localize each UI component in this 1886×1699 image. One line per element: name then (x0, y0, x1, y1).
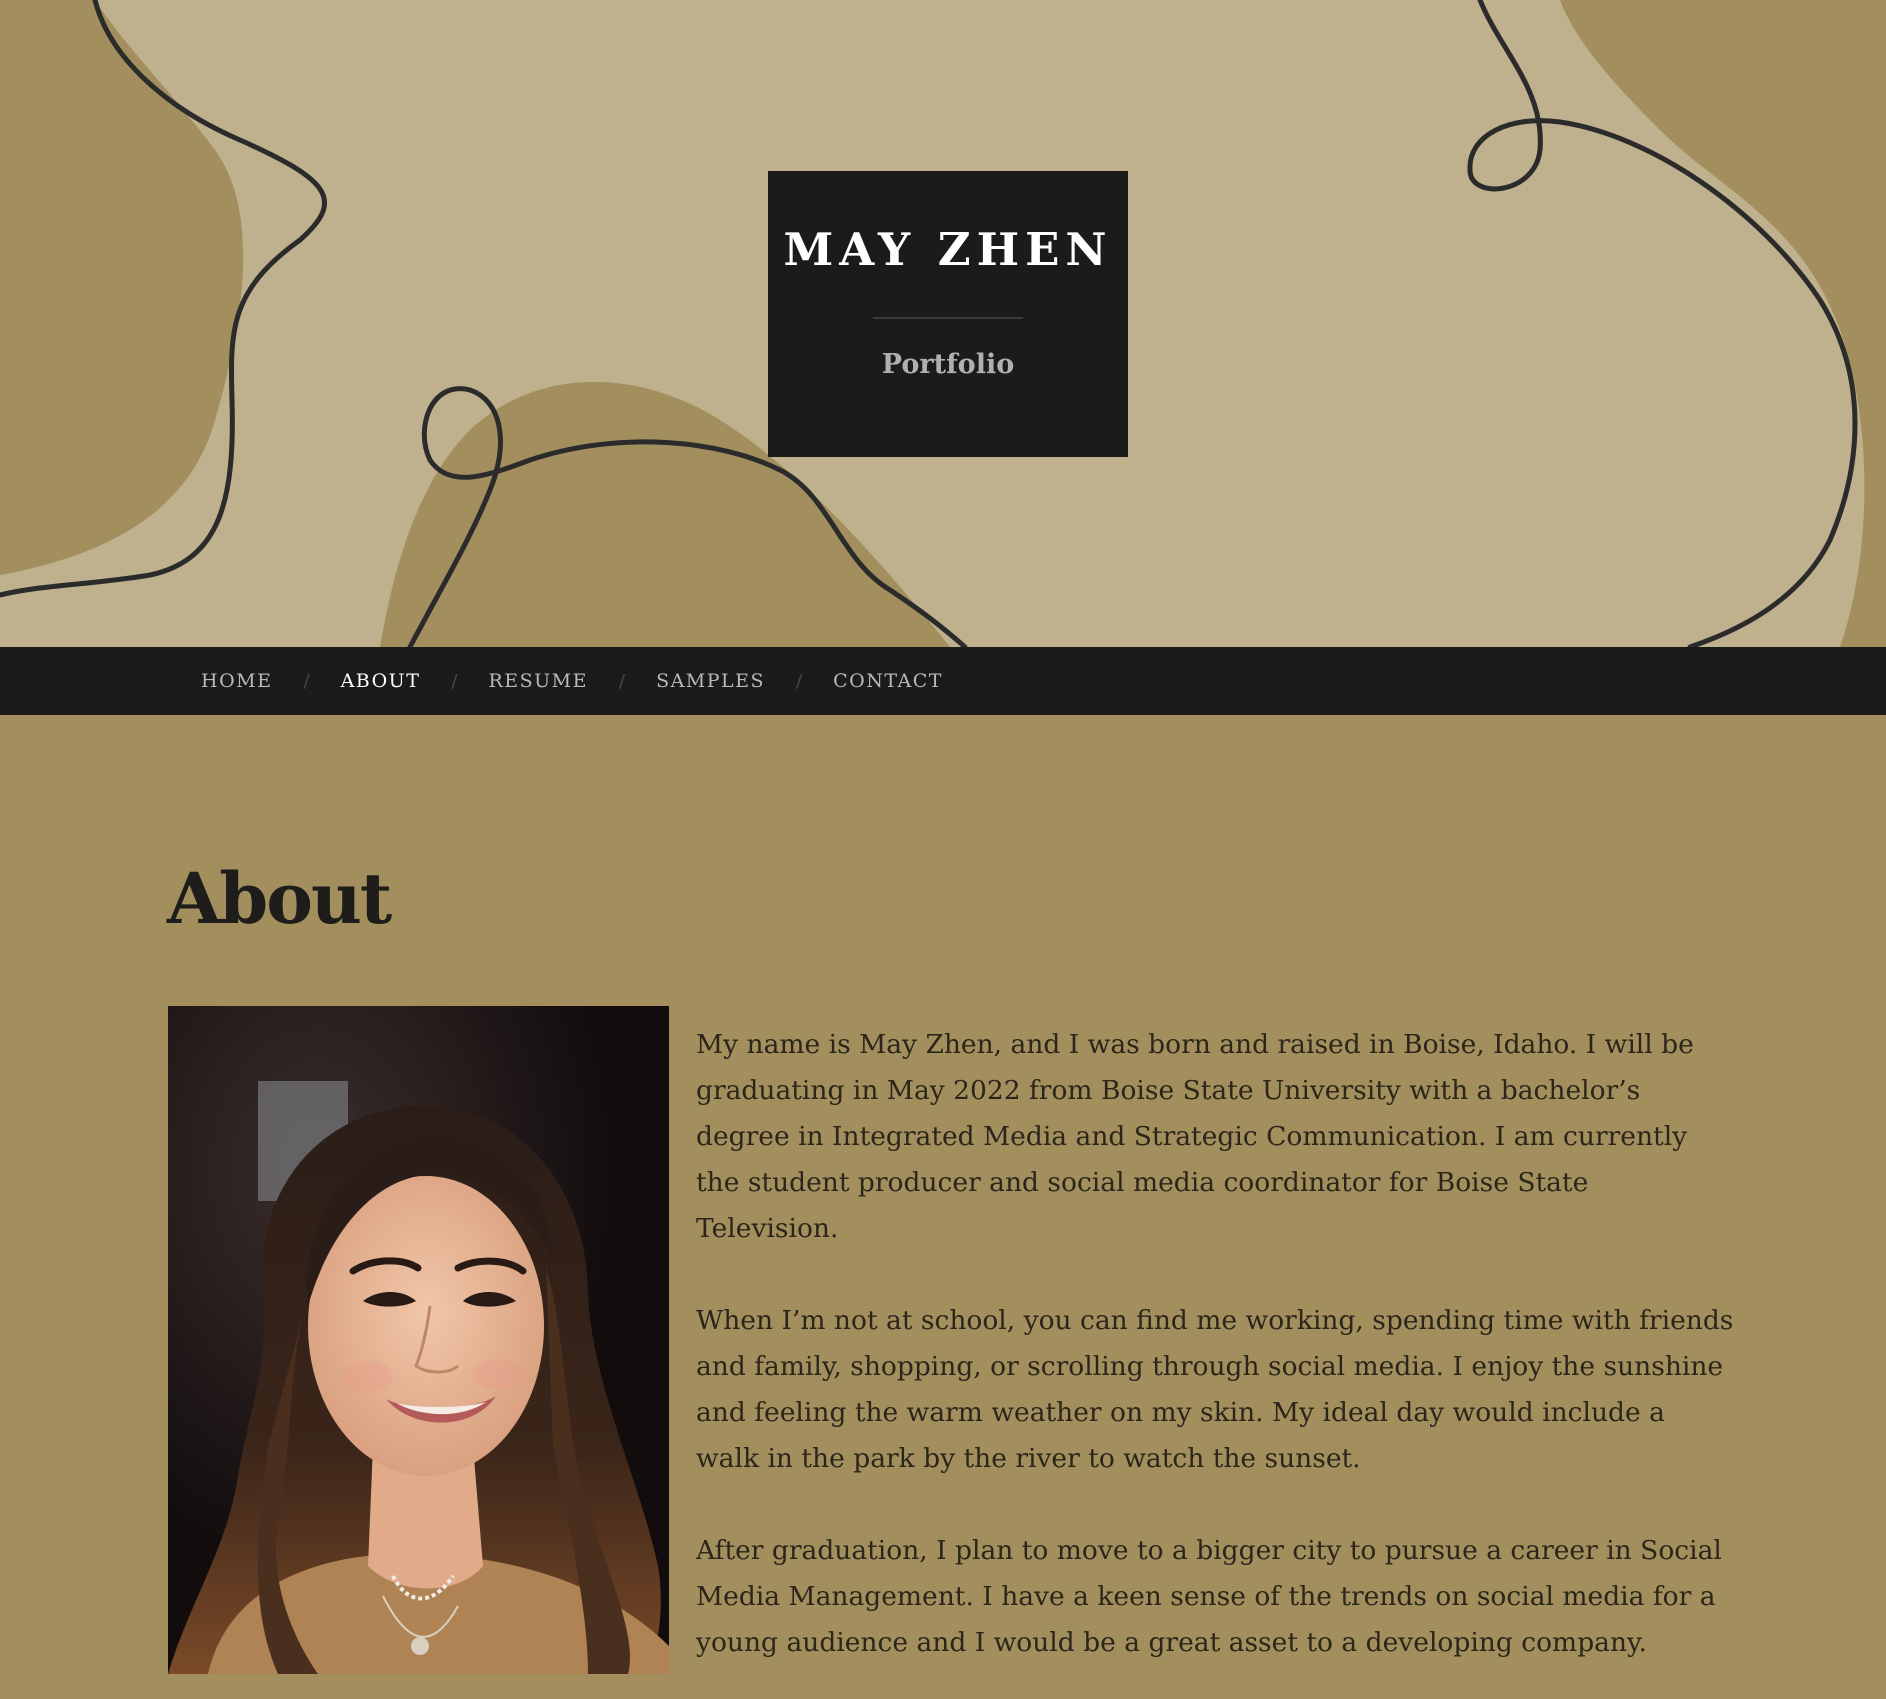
portrait-illustration (168, 1006, 669, 1674)
profile-photo (168, 1006, 669, 1674)
nav-link-about[interactable]: ABOUT (341, 670, 421, 692)
bio-paragraph: After graduation, I plan to move to a bi… (696, 1535, 1722, 1658)
nav-item-samples: SAMPLES (656, 670, 765, 692)
site-title-box: MAY ZHEN Portfolio (768, 171, 1128, 457)
nav-link-home[interactable]: HOME (201, 670, 272, 692)
title-divider (873, 317, 1023, 319)
nav-menu: HOME / ABOUT / RESUME / SAMPLES / CONTAC… (0, 647, 1886, 715)
nav-link-resume[interactable]: RESUME (488, 670, 588, 692)
nav-item-contact: CONTACT (833, 670, 943, 692)
nav-separator: / (618, 670, 626, 692)
page: MAY ZHEN Portfolio HOME / ABOUT / RESUME… (0, 0, 1886, 1699)
site-header: MAY ZHEN Portfolio (0, 0, 1886, 647)
nav-item-resume: RESUME (488, 670, 588, 692)
nav-item-about: ABOUT (341, 670, 421, 692)
page-title: About (167, 857, 392, 940)
nav-link-samples[interactable]: SAMPLES (656, 670, 765, 692)
bio-paragraph: My name is May Zhen, and I was born and … (696, 1029, 1694, 1244)
bio-paragraph: When I’m not at school, you can find me … (696, 1305, 1734, 1474)
nav-separator: / (303, 670, 310, 692)
site-title[interactable]: MAY ZHEN (768, 227, 1128, 272)
main-navigation: HOME / ABOUT / RESUME / SAMPLES / CONTAC… (0, 647, 1886, 715)
nav-link-contact[interactable]: CONTACT (833, 670, 943, 692)
nav-item-home: HOME (201, 670, 272, 692)
site-subtitle: Portfolio (881, 349, 1015, 380)
nav-separator: / (796, 670, 803, 692)
about-bio: My name is May Zhen, and I was born and … (696, 1022, 1736, 1699)
nav-separator: / (451, 670, 458, 692)
